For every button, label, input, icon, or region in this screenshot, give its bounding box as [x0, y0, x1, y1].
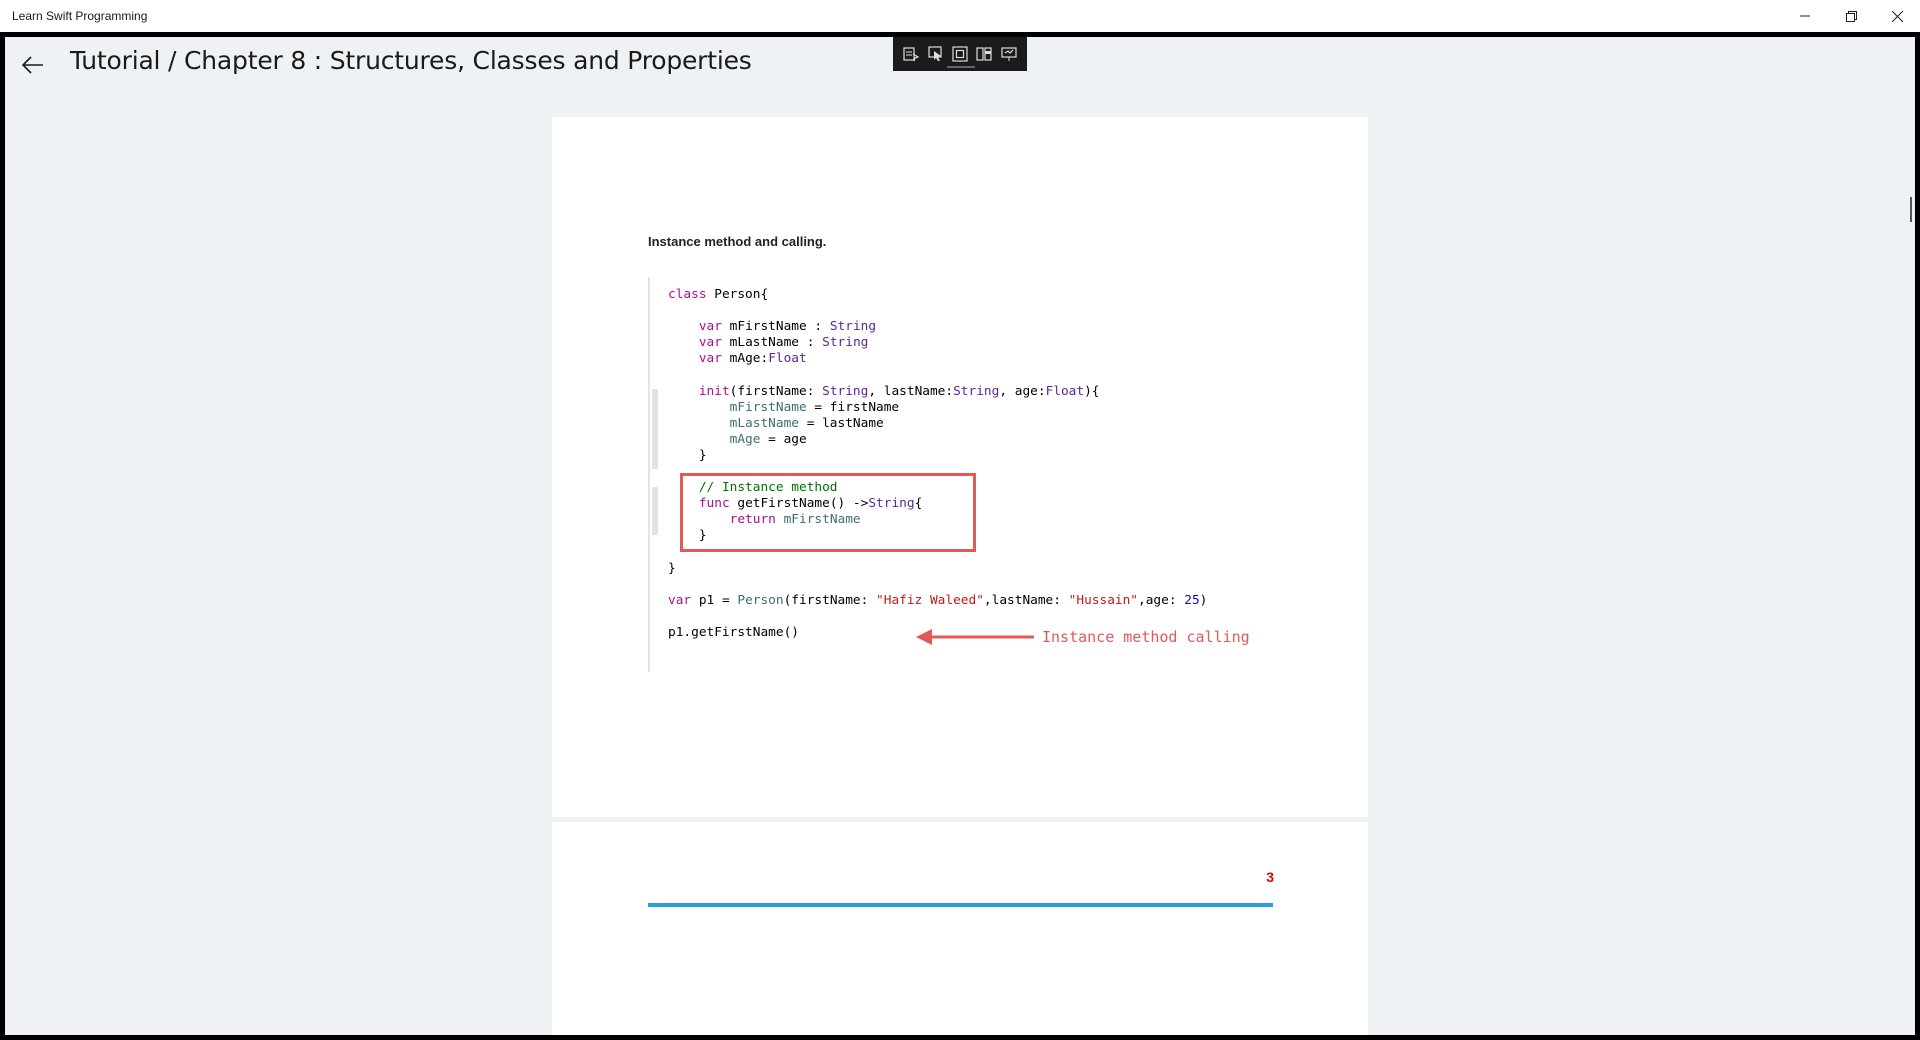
pointer-icon[interactable] — [926, 44, 946, 64]
two-page-icon[interactable] — [974, 44, 994, 64]
highlight-box — [680, 473, 976, 552]
page-number: 3 — [1266, 869, 1274, 885]
code-line: var mAge:Float — [698, 351, 807, 367]
select-text-icon[interactable] — [901, 44, 921, 64]
code-block: class Person{ var mFirstName : String va… — [668, 287, 1207, 641]
fit-page-icon[interactable] — [950, 44, 970, 64]
app-content: Tutorial / Chapter 8 : Structures, Class… — [5, 37, 1915, 1035]
close-button[interactable] — [1874, 0, 1920, 32]
close-icon — [1891, 10, 1903, 22]
code-line: class Person{ — [668, 287, 769, 302]
window-title-bar: Learn Swift Programming — [0, 0, 1920, 32]
code-line: mFirstName = firstName — [729, 399, 900, 415]
code-line: } — [668, 447, 707, 463]
minimize-button[interactable] — [1782, 0, 1828, 32]
code-line: mLastName = lastName — [729, 415, 884, 431]
scrollbar-thumb[interactable] — [1910, 197, 1912, 222]
back-button[interactable] — [13, 45, 53, 85]
annotation-label: Instance method calling — [1042, 628, 1250, 646]
restore-button[interactable] — [1828, 0, 1874, 32]
page-title: Tutorial / Chapter 8 : Structures, Class… — [70, 46, 752, 75]
code-line: } — [668, 560, 676, 576]
code-screenshot: class Person{ var mFirstName : String va… — [648, 277, 1258, 672]
section-heading: Instance method and calling. — [648, 234, 827, 249]
code-line: var p1 = Person(firstName: "Hafiz Waleed… — [668, 592, 1208, 608]
arrow-left-icon — [916, 629, 1034, 645]
code-gutter — [648, 277, 650, 672]
code-fold-marker — [652, 487, 658, 535]
app-title: Learn Swift Programming — [12, 9, 148, 23]
code-line: init(firstName: String, lastName:String,… — [698, 383, 1100, 399]
document-page: Instance method and calling. class Perso… — [552, 117, 1368, 817]
back-arrow-icon — [22, 56, 43, 74]
restore-icon — [1845, 10, 1857, 22]
code-fold-marker — [652, 389, 658, 469]
header-rule — [648, 903, 1273, 907]
document-page: 3 — [552, 822, 1368, 1035]
presentation-icon[interactable] — [999, 44, 1019, 64]
code-line: p1.getFirstName() — [668, 624, 799, 640]
code-line: mAge = age — [729, 431, 807, 447]
minimize-icon — [1800, 15, 1810, 17]
toolbar-grip[interactable] — [947, 66, 975, 68]
reader-toolbar — [893, 37, 1027, 71]
code-line: var mFirstName : String — [698, 319, 877, 335]
code-line: var mLastName : String — [698, 335, 869, 351]
